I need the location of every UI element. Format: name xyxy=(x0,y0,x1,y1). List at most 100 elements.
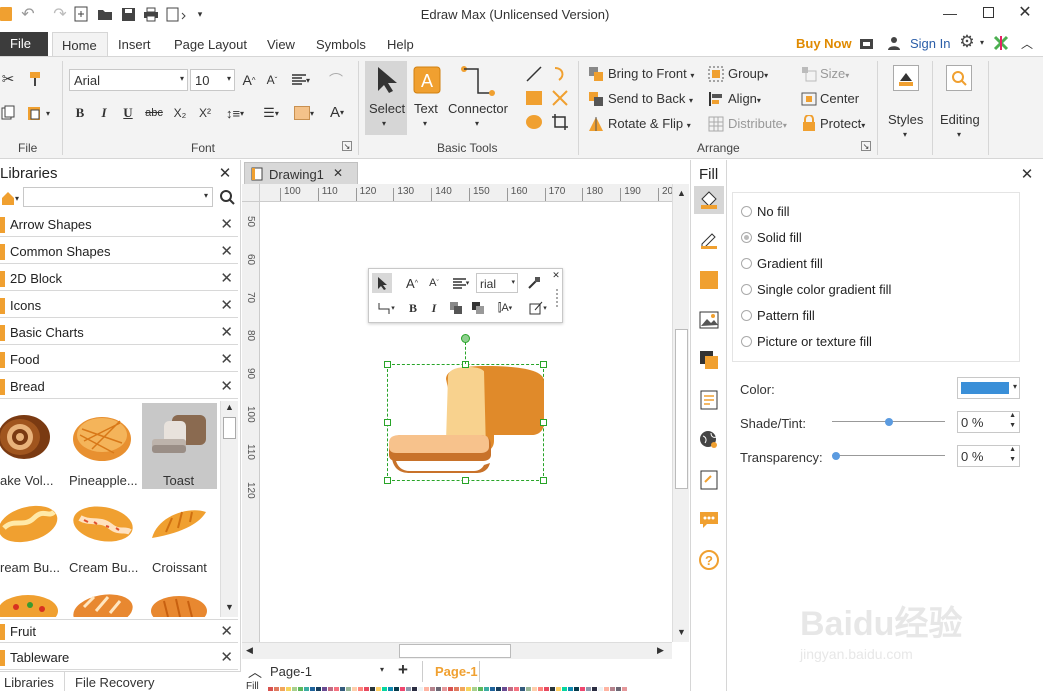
shape-item-croissant[interactable]: Croissant xyxy=(142,492,217,578)
library-home-icon[interactable]: ▾ xyxy=(0,189,20,207)
library-category-fruit[interactable]: Fruit ✕ xyxy=(0,619,238,643)
library-category-bread[interactable]: Bread ✕ xyxy=(0,375,238,399)
shape-item-loaf[interactable] xyxy=(142,581,217,617)
tab-help[interactable]: Help xyxy=(387,37,414,52)
tab-page-layout[interactable]: Page Layout xyxy=(174,37,247,52)
tab-libraries[interactable]: Libraries xyxy=(4,675,54,690)
select-tool-button[interactable]: Select ▾ xyxy=(365,61,407,135)
bold-button[interactable]: B xyxy=(72,105,88,121)
redo-icon[interactable]: ↷ xyxy=(50,5,70,23)
cart-icon[interactable] xyxy=(858,35,874,51)
buy-now-link[interactable]: Buy Now xyxy=(796,36,852,51)
distribute-icon[interactable]: ⫿A ▾ xyxy=(491,300,519,316)
search-icon[interactable] xyxy=(218,188,236,206)
selection-handle[interactable] xyxy=(384,477,391,484)
format-painter-icon[interactable] xyxy=(26,69,44,89)
color-swatch[interactable] xyxy=(598,687,603,691)
chevron-down-icon[interactable]: ▼ xyxy=(677,627,686,637)
text-align-icon[interactable]: ▾ xyxy=(449,275,473,291)
canvas-horizontal-scrollbar[interactable]: ◀ ▶ xyxy=(242,642,672,659)
color-swatch[interactable] xyxy=(358,687,363,691)
color-swatch[interactable] xyxy=(562,687,567,691)
shadow-icon[interactable] xyxy=(694,266,724,294)
highlight-icon[interactable]: ▾ xyxy=(290,104,318,122)
color-swatch[interactable] xyxy=(424,687,429,691)
color-swatch[interactable] xyxy=(496,687,501,691)
pointer-icon[interactable] xyxy=(372,273,392,293)
color-swatch[interactable] xyxy=(556,687,561,691)
color-swatch[interactable] xyxy=(436,687,441,691)
selection-handle[interactable] xyxy=(384,419,391,426)
line-style-icon[interactable] xyxy=(694,226,724,254)
color-swatch[interactable] xyxy=(442,687,447,691)
paste-icon[interactable] xyxy=(26,103,42,123)
color-swatch[interactable] xyxy=(430,687,435,691)
font-color-icon[interactable]: A ▾ xyxy=(324,103,350,121)
radio-picture-fill[interactable] xyxy=(741,336,752,347)
option-solid-fill[interactable]: Solid fill xyxy=(757,230,802,245)
slider-thumb[interactable] xyxy=(832,452,840,460)
tab-file-recovery[interactable]: File Recovery xyxy=(75,675,154,690)
close-icon[interactable]: ✕ xyxy=(220,377,233,395)
save-icon[interactable] xyxy=(119,5,137,23)
color-swatch[interactable] xyxy=(466,687,471,691)
send-back-button[interactable]: Send to Back ▾ xyxy=(608,91,693,106)
color-swatch[interactable] xyxy=(490,687,495,691)
shape-item-cream-bun-2[interactable]: Cream Bu... xyxy=(66,492,138,578)
chevron-up-icon[interactable]: ▲ xyxy=(225,402,234,412)
file-menu[interactable]: File xyxy=(0,32,48,56)
shrink-font-icon[interactable]: Aˇ xyxy=(426,275,442,291)
option-pattern-fill[interactable]: Pattern fill xyxy=(757,308,815,323)
color-swatch[interactable] xyxy=(382,687,387,691)
color-swatch[interactable] xyxy=(580,687,585,691)
spinner-up-icon[interactable]: ▲ xyxy=(1009,446,1016,453)
ellipse-tool-icon[interactable] xyxy=(524,112,544,132)
center-button[interactable]: Center xyxy=(820,91,859,106)
library-category-icons[interactable]: Icons ✕ xyxy=(0,294,238,318)
library-category-basic-charts[interactable]: Basic Charts ✕ xyxy=(0,321,238,345)
close-icon[interactable]: ✕ xyxy=(220,350,233,368)
shape-item-cream-bun-1[interactable]: ream Bu... xyxy=(0,492,62,578)
new-icon[interactable] xyxy=(73,5,89,23)
library-category-food[interactable]: Food ✕ xyxy=(0,348,238,372)
color-swatch[interactable] xyxy=(292,687,297,691)
color-swatch[interactable] xyxy=(304,687,309,691)
styles-button[interactable]: Styles ▾ xyxy=(884,63,928,147)
chevron-down-icon[interactable]: ▼ xyxy=(225,602,234,612)
arc-tool-icon[interactable] xyxy=(550,64,570,84)
close-icon[interactable]: ✕ xyxy=(220,242,233,260)
cut-icon[interactable]: ✂ xyxy=(0,69,16,89)
text-direction-icon[interactable]: ⌒ xyxy=(322,71,350,89)
color-swatch[interactable] xyxy=(274,687,279,691)
line-tool-icon[interactable] xyxy=(524,64,544,84)
close-icon[interactable]: ✕ xyxy=(220,622,233,640)
chevron-right-icon[interactable]: ▶ xyxy=(657,645,664,656)
color-swatch[interactable] xyxy=(520,687,525,691)
library-category-tableware[interactable]: Tableware ✕ xyxy=(0,646,238,670)
canvas-vertical-scrollbar[interactable]: ▲ ▼ xyxy=(672,184,689,642)
close-icon[interactable]: ✕ xyxy=(220,215,233,233)
gear-dropdown-icon[interactable]: ▾ xyxy=(978,36,986,48)
library-category-arrow-shapes[interactable]: Arrow Shapes ✕ xyxy=(0,213,238,237)
scroll-thumb[interactable] xyxy=(675,329,688,489)
color-swatch[interactable] xyxy=(412,687,417,691)
color-swatch[interactable] xyxy=(586,687,591,691)
align-button[interactable]: Align▾ xyxy=(728,91,761,106)
chevron-up-icon[interactable]: ▲ xyxy=(677,188,686,198)
color-swatch[interactable] xyxy=(394,687,399,691)
color-swatch[interactable] xyxy=(544,687,549,691)
transparency-slider[interactable] xyxy=(832,448,945,464)
copy-icon[interactable] xyxy=(0,103,16,123)
gear-icon[interactable]: ⚙ xyxy=(958,32,976,51)
color-swatch[interactable] xyxy=(400,687,405,691)
shade-slider[interactable] xyxy=(832,414,945,430)
close-icon[interactable]: ✕ xyxy=(1018,166,1036,183)
radio-gradient-fill[interactable] xyxy=(741,258,752,269)
chevron-up-icon[interactable]: ︿ xyxy=(248,662,262,682)
color-swatch[interactable] xyxy=(328,687,333,691)
comment-icon[interactable] xyxy=(694,506,724,534)
selection-handle[interactable] xyxy=(384,361,391,368)
color-swatches[interactable] xyxy=(268,683,628,691)
close-icon[interactable]: ✕ xyxy=(220,269,233,287)
crop-tool-icon[interactable] xyxy=(550,112,570,132)
